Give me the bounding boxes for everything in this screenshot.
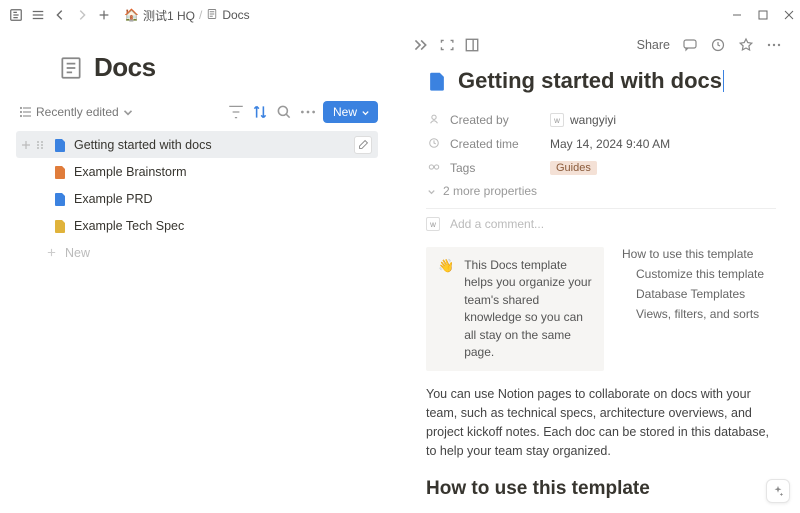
prop-tags[interactable]: Tags Guides (426, 156, 776, 180)
filter-icon[interactable] (227, 103, 245, 121)
prop-created-time[interactable]: Created time May 14, 2024 9:40 AM (426, 132, 776, 156)
database-title: Docs (94, 52, 156, 83)
drag-handle-icon[interactable] (34, 139, 46, 151)
edit-icon[interactable] (354, 136, 372, 154)
toc-link[interactable]: Views, filters, and sorts (622, 307, 776, 321)
clock-icon (426, 137, 442, 152)
prop-value: May 14, 2024 9:40 AM (550, 137, 670, 151)
tag-badge[interactable]: Guides (550, 161, 597, 175)
right-pane: Share Getting started with docs Created … (398, 30, 800, 513)
sort-label: Recently edited (36, 105, 119, 119)
callout-text: This Docs template helps you organize yo… (464, 257, 592, 361)
list-item[interactable]: Example Tech Spec (16, 212, 378, 239)
search-icon[interactable] (275, 103, 293, 121)
database-header: Docs (58, 52, 378, 83)
chat-icon[interactable] (682, 37, 698, 53)
sort-arrows-icon[interactable] (251, 103, 269, 121)
window-maximize-icon[interactable] (758, 8, 768, 23)
page-topbar: Share (398, 30, 786, 60)
app-logo-icon (8, 7, 24, 23)
tag-icon (426, 161, 442, 176)
list-icon (20, 105, 34, 119)
body-paragraph: You can use Notion pages to collaborate … (426, 385, 776, 460)
row-label: Getting started with docs (74, 138, 212, 152)
wave-emoji-icon: 👋 (438, 257, 454, 361)
collapse-icon[interactable] (412, 37, 428, 53)
new-button-label: New (333, 105, 357, 119)
more-properties-label: 2 more properties (443, 184, 537, 198)
row-label: Example Tech Spec (74, 219, 184, 233)
new-row-label: New (65, 246, 90, 260)
prop-value: wangyiyi (570, 113, 616, 127)
new-tab-icon[interactable] (96, 7, 112, 23)
prop-label: Created time (450, 137, 542, 151)
page-icon (206, 8, 218, 23)
comment-placeholder: Add a comment... (450, 217, 544, 231)
window-close-icon[interactable] (784, 8, 794, 23)
plus-icon (46, 247, 57, 258)
row-label: Example PRD (74, 192, 153, 206)
page-icon (52, 137, 68, 153)
clock-icon[interactable] (710, 37, 726, 53)
chevron-down-icon (121, 105, 135, 119)
home-icon[interactable]: 🏠 (124, 8, 139, 22)
toc-link[interactable]: Database Templates (622, 287, 776, 301)
divider (426, 208, 776, 209)
more-properties[interactable]: 2 more properties (426, 184, 776, 198)
share-button[interactable]: Share (637, 38, 670, 52)
menu-icon[interactable] (30, 7, 46, 23)
peek-icon[interactable] (464, 37, 480, 53)
prop-label: Created by (450, 113, 542, 127)
expand-icon[interactable] (438, 37, 454, 53)
docs-db-icon (58, 55, 84, 81)
more-icon[interactable] (766, 37, 782, 53)
callout: 👋 This Docs template helps you organize … (426, 247, 604, 371)
breadcrumb-sep: / (199, 8, 202, 22)
page-title[interactable]: Getting started with docs (458, 68, 722, 94)
page-properties: Created by w wangyiyi Created time May 1… (426, 108, 776, 198)
breadcrumb: 🏠 测试1 HQ / Docs (124, 7, 250, 24)
sort-button[interactable]: Recently edited (20, 105, 135, 119)
list-item[interactable]: Example PRD (16, 185, 378, 212)
prop-created-by[interactable]: Created by w wangyiyi (426, 108, 776, 132)
person-icon (426, 113, 442, 128)
section-heading: How to use this template (426, 478, 776, 500)
titlebar: 🏠 测试1 HQ / Docs (0, 0, 800, 30)
toc-link[interactable]: How to use this template (622, 247, 776, 261)
chevron-down-icon (361, 108, 370, 117)
page-icon (52, 164, 68, 180)
avatar: w (426, 217, 440, 231)
row-label: Example Brainstorm (74, 165, 187, 179)
list-item[interactable]: Example Brainstorm (16, 158, 378, 185)
page-icon (52, 191, 68, 207)
list-item[interactable]: Getting started with docs (16, 131, 378, 158)
left-pane: Docs Recently edited New (0, 30, 398, 513)
star-icon[interactable] (738, 37, 754, 53)
avatar: w (550, 113, 564, 127)
plus-icon[interactable] (20, 139, 32, 151)
toc-links: How to use this template Customize this … (622, 247, 776, 371)
toc-link[interactable]: Customize this template (622, 267, 776, 281)
new-row[interactable]: New (16, 239, 378, 266)
ai-fab-button[interactable] (766, 479, 790, 503)
back-icon[interactable] (52, 7, 68, 23)
db-toolbar: Recently edited New (20, 97, 378, 127)
breadcrumb-page[interactable]: Docs (222, 8, 249, 22)
page-title-icon[interactable] (426, 70, 448, 92)
chevron-down-icon (426, 186, 437, 197)
forward-icon[interactable] (74, 7, 90, 23)
comment-input[interactable]: w Add a comment... (426, 217, 776, 231)
new-button[interactable]: New (323, 101, 378, 123)
breadcrumb-home[interactable]: 测试1 HQ (143, 7, 195, 24)
more-icon[interactable] (299, 103, 317, 121)
window-minimize-icon[interactable] (732, 8, 742, 23)
page-icon (52, 218, 68, 234)
prop-label: Tags (450, 161, 542, 175)
